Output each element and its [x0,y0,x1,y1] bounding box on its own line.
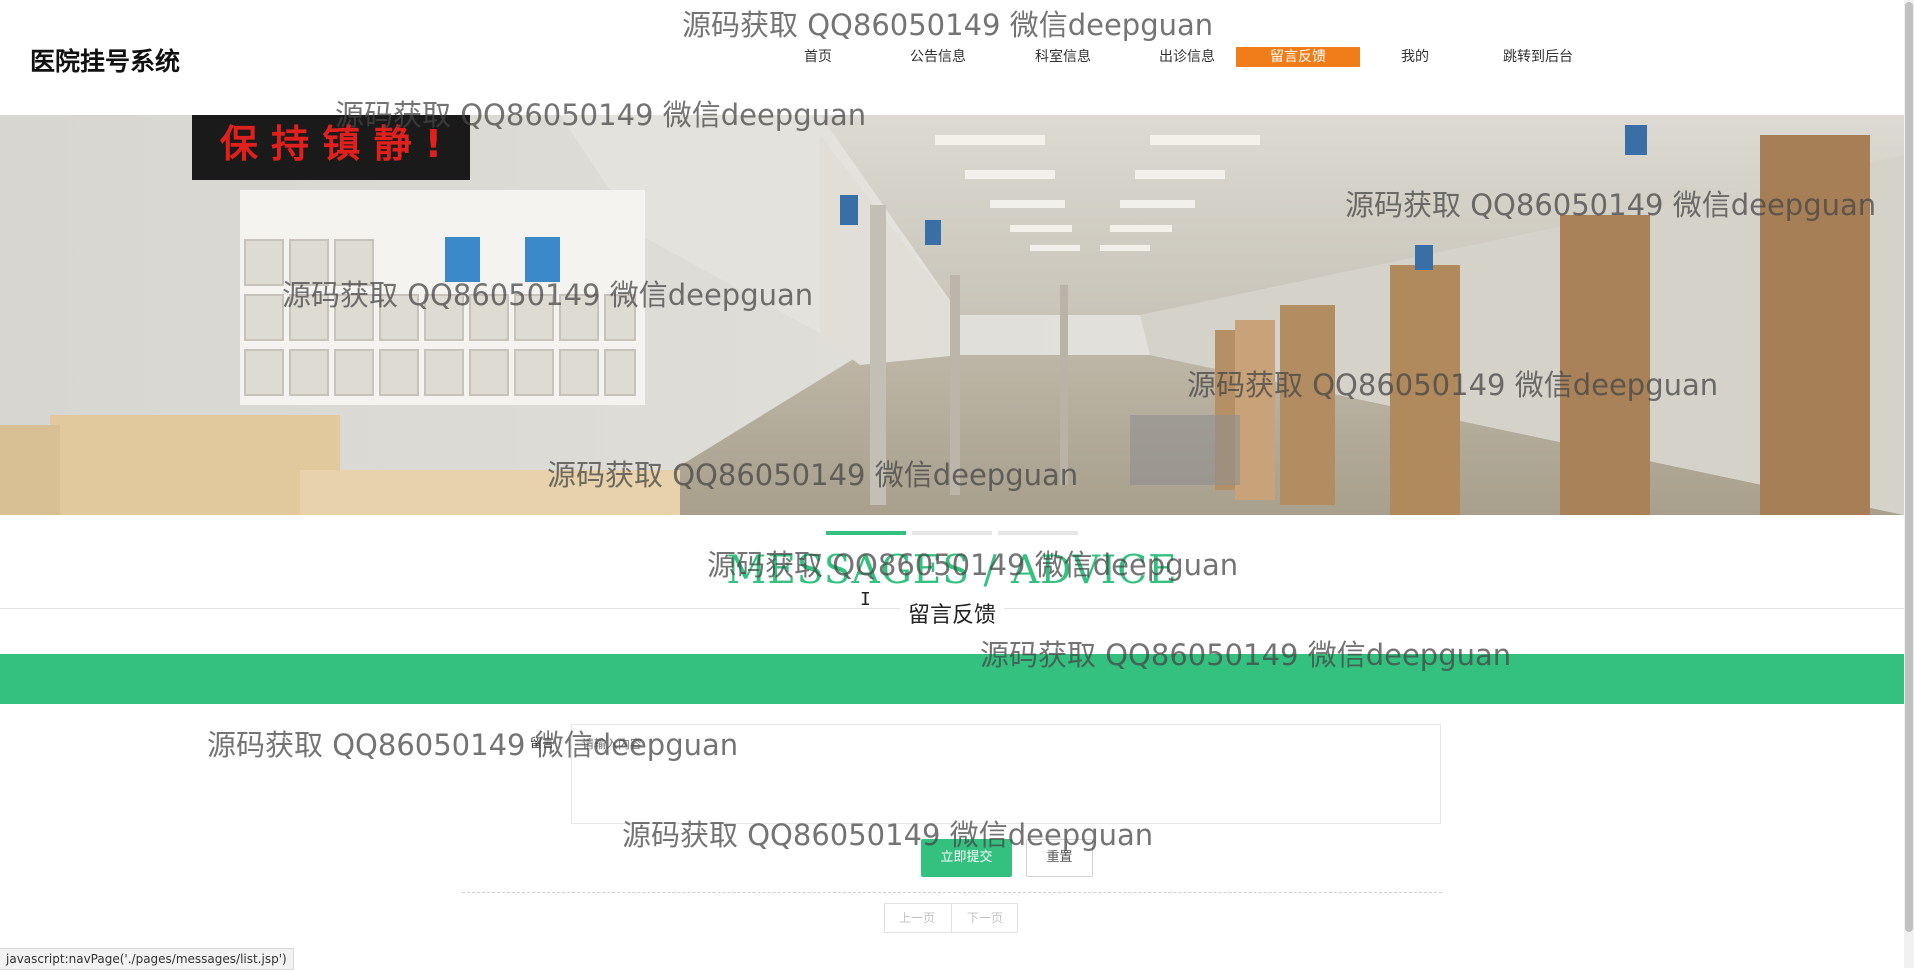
text-cursor-icon: I [860,589,871,610]
nav-item-departments[interactable]: 科室信息 [1013,47,1113,67]
nav-item-schedule[interactable]: 出诊信息 [1137,47,1237,67]
submit-button[interactable]: 立即提交 [921,839,1012,877]
page-scrollbar[interactable] [1904,0,1914,968]
pagination: 上一页 下一页 [884,903,1018,933]
prev-page-button[interactable]: 上一页 [899,904,935,932]
accent-bar [0,654,1904,704]
site-logo[interactable]: 医院挂号系统 [30,42,180,78]
nav-item-notices[interactable]: 公告信息 [888,47,988,67]
carousel-dot-1[interactable] [826,531,906,535]
pagination-separator [951,904,952,932]
nav-item-mine[interactable]: 我的 [1380,47,1450,67]
message-field-label: 留言 [530,736,555,750]
scrollbar-thumb[interactable] [1905,2,1913,932]
nav-item-admin[interactable]: 跳转到后台 [1478,47,1598,67]
carousel-dot-3[interactable] [998,531,1078,535]
banner-sign-text: 保 持 镇 静 ! [220,122,442,166]
top-header: 医院挂号系统 首页 公告信息 科室信息 出诊信息 留言反馈 我的 跳转到后台 [0,0,1904,115]
section-title-cn: 留言反馈 [0,597,1904,629]
browser-status-bar: javascript:navPage('./pages/messages/lis… [0,948,294,970]
nav-item-messages[interactable]: 留言反馈 [1236,47,1360,67]
hero-banner[interactable]: 保 持 镇 静 ! [0,115,1904,515]
section-title-cn-text: 留言反馈 [899,603,1004,628]
section-title-en: MESSAGES / ADVICE [726,548,1178,593]
carousel-dot-2[interactable] [912,531,992,535]
nav-item-home[interactable]: 首页 [788,47,848,67]
form-divider [462,892,1442,893]
next-page-button[interactable]: 下一页 [967,904,1003,932]
message-textarea[interactable] [571,724,1441,824]
reset-button[interactable]: 重置 [1026,839,1093,877]
hospital-corridor-image: 保 持 镇 静 ! [0,115,1904,515]
